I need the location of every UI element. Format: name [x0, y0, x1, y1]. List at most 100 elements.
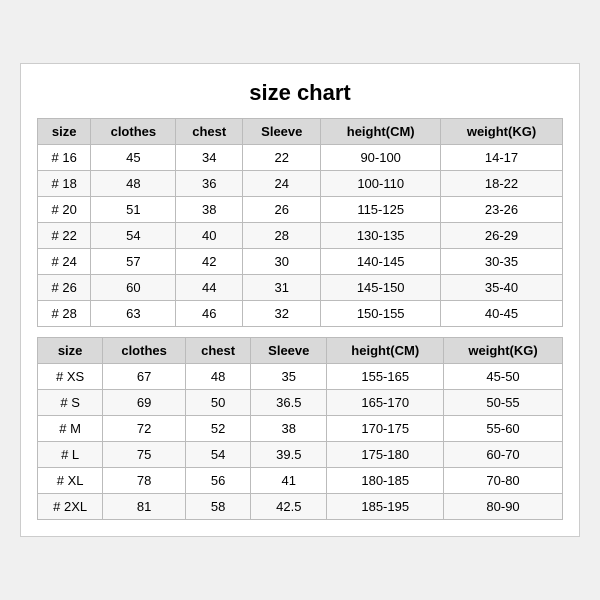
- table-cell: # 24: [38, 249, 91, 275]
- table-cell: # S: [38, 390, 103, 416]
- table-spacer: [37, 327, 563, 337]
- table-cell: 40-45: [441, 301, 563, 327]
- table-cell: 30: [243, 249, 321, 275]
- table-row: # XS674835155-16545-50: [38, 364, 563, 390]
- table-cell: # L: [38, 442, 103, 468]
- table-row: # 1645342290-10014-17: [38, 145, 563, 171]
- table-cell: 100-110: [321, 171, 441, 197]
- table-cell: 150-155: [321, 301, 441, 327]
- table-cell: 39.5: [251, 442, 327, 468]
- table-cell: 140-145: [321, 249, 441, 275]
- table-row: # 26604431145-15035-40: [38, 275, 563, 301]
- table-cell: # 26: [38, 275, 91, 301]
- table-1-header-row: sizeclotheschestSleeveheight(CM)weight(K…: [38, 119, 563, 145]
- table-1: sizeclotheschestSleeveheight(CM)weight(K…: [37, 118, 563, 327]
- table-cell: 54: [185, 442, 250, 468]
- table-cell: 115-125: [321, 197, 441, 223]
- table-cell: 32: [243, 301, 321, 327]
- table-cell: 130-135: [321, 223, 441, 249]
- table-cell: # XL: [38, 468, 103, 494]
- table-cell: 51: [91, 197, 176, 223]
- col-header: clothes: [91, 119, 176, 145]
- table-cell: 45-50: [444, 364, 563, 390]
- table-2-header: sizeclotheschestSleeveheight(CM)weight(K…: [38, 338, 563, 364]
- table-cell: # 18: [38, 171, 91, 197]
- table-cell: 42: [176, 249, 243, 275]
- col-header: size: [38, 338, 103, 364]
- table-row: # 24574230140-14530-35: [38, 249, 563, 275]
- table-row: # S695036.5165-17050-55: [38, 390, 563, 416]
- table-cell: 42.5: [251, 494, 327, 520]
- table-cell: 26: [243, 197, 321, 223]
- table-cell: 44: [176, 275, 243, 301]
- table-cell: 180-185: [327, 468, 444, 494]
- table-cell: 165-170: [327, 390, 444, 416]
- chart-title: size chart: [37, 80, 563, 106]
- table-cell: 28: [243, 223, 321, 249]
- table-cell: # 28: [38, 301, 91, 327]
- col-header: chest: [185, 338, 250, 364]
- table-cell: 175-180: [327, 442, 444, 468]
- col-header: height(CM): [321, 119, 441, 145]
- table-row: # 28634632150-15540-45: [38, 301, 563, 327]
- table-cell: 40: [176, 223, 243, 249]
- table-1-header: sizeclotheschestSleeveheight(CM)weight(K…: [38, 119, 563, 145]
- table-cell: 46: [176, 301, 243, 327]
- table-cell: 75: [103, 442, 186, 468]
- table-cell: 22: [243, 145, 321, 171]
- table-2-header-row: sizeclotheschestSleeveheight(CM)weight(K…: [38, 338, 563, 364]
- col-header: Sleeve: [251, 338, 327, 364]
- table-cell: 63: [91, 301, 176, 327]
- table-cell: # 20: [38, 197, 91, 223]
- table-cell: 72: [103, 416, 186, 442]
- table-cell: 58: [185, 494, 250, 520]
- table-cell: 50: [185, 390, 250, 416]
- table-row: # 22544028130-13526-29: [38, 223, 563, 249]
- table-cell: # 2XL: [38, 494, 103, 520]
- col-header: clothes: [103, 338, 186, 364]
- table-cell: 35-40: [441, 275, 563, 301]
- table-cell: 36.5: [251, 390, 327, 416]
- table-cell: 81: [103, 494, 186, 520]
- col-header: Sleeve: [243, 119, 321, 145]
- table-cell: 185-195: [327, 494, 444, 520]
- table-cell: 145-150: [321, 275, 441, 301]
- table-cell: 60: [91, 275, 176, 301]
- table-cell: # XS: [38, 364, 103, 390]
- table-cell: 78: [103, 468, 186, 494]
- table-cell: 38: [251, 416, 327, 442]
- table-cell: # M: [38, 416, 103, 442]
- table-cell: 26-29: [441, 223, 563, 249]
- table-1-body: # 1645342290-10014-17# 18483624100-11018…: [38, 145, 563, 327]
- table-cell: 34: [176, 145, 243, 171]
- table-cell: 56: [185, 468, 250, 494]
- table-cell: 50-55: [444, 390, 563, 416]
- table-cell: 67: [103, 364, 186, 390]
- table-cell: 18-22: [441, 171, 563, 197]
- table-cell: 35: [251, 364, 327, 390]
- table-row: # 2XL815842.5185-19580-90: [38, 494, 563, 520]
- table-cell: 60-70: [444, 442, 563, 468]
- table-cell: 36: [176, 171, 243, 197]
- table-cell: 52: [185, 416, 250, 442]
- table-cell: 69: [103, 390, 186, 416]
- table-cell: 55-60: [444, 416, 563, 442]
- col-header: height(CM): [327, 338, 444, 364]
- table-cell: 30-35: [441, 249, 563, 275]
- table-cell: 23-26: [441, 197, 563, 223]
- col-header: size: [38, 119, 91, 145]
- table-cell: 90-100: [321, 145, 441, 171]
- table-cell: 24: [243, 171, 321, 197]
- table-2-body: # XS674835155-16545-50# S695036.5165-170…: [38, 364, 563, 520]
- table-row: # 18483624100-11018-22: [38, 171, 563, 197]
- table-row: # XL785641180-18570-80: [38, 468, 563, 494]
- table-cell: # 16: [38, 145, 91, 171]
- table-cell: 31: [243, 275, 321, 301]
- table-cell: 45: [91, 145, 176, 171]
- table-cell: 57: [91, 249, 176, 275]
- col-header: weight(KG): [444, 338, 563, 364]
- table-cell: 54: [91, 223, 176, 249]
- table-cell: 170-175: [327, 416, 444, 442]
- table-cell: 38: [176, 197, 243, 223]
- table-row: # L755439.5175-18060-70: [38, 442, 563, 468]
